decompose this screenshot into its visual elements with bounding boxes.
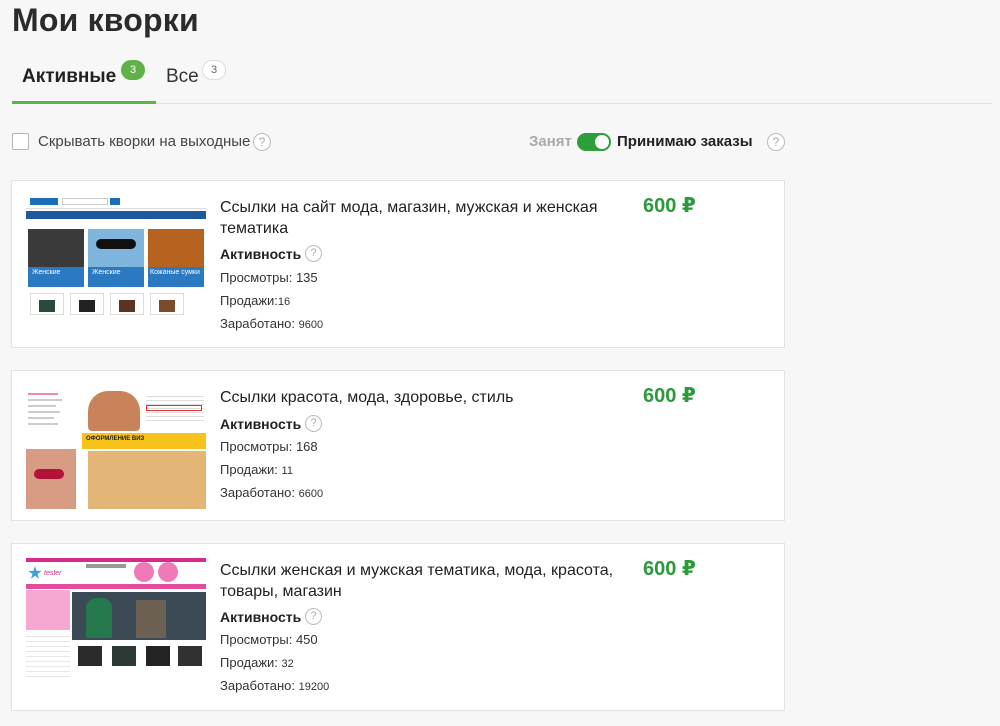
gig-thumbnail[interactable]: ОФОРМЛЕНИЕ ВИЗ (26, 389, 206, 509)
earned-value: 19200 (298, 681, 330, 693)
thumb-text: ОФОРМЛЕНИЕ ВИЗ (86, 436, 145, 442)
accepting-orders-toggle[interactable] (577, 133, 611, 151)
views-stat: Просмотры: 450 (220, 632, 318, 647)
gig-price: 600 ₽ (643, 558, 696, 580)
activity-label: Активность (220, 246, 302, 262)
views-label: Просмотры: (220, 270, 293, 285)
tab-active-count-badge: 3 (121, 60, 145, 80)
views-stat: Просмотры: 168 (220, 439, 318, 454)
earned-stat: Заработано: 19200 (220, 678, 329, 693)
views-value: 450 (295, 632, 318, 647)
gig-title[interactable]: Ссылки на сайт мода, магазин, мужская и … (220, 197, 630, 239)
accepting-orders-label: Принимаю заказы (617, 133, 753, 150)
thumb-text: Женские (92, 269, 121, 276)
earned-value: 9600 (298, 319, 324, 331)
gig-title[interactable]: Ссылки красота, мода, здоровье, стиль (220, 387, 630, 408)
page-title: Мои кворки (12, 2, 199, 38)
help-icon[interactable]: ? (305, 245, 322, 262)
gig-title[interactable]: Ссылки женская и мужская тематика, мода,… (220, 560, 630, 602)
earned-stat: Заработано: 6600 (220, 485, 323, 500)
toggle-knob (595, 135, 609, 149)
gig-thumbnail[interactable]: Женские Женские Кожаные сумки (26, 195, 206, 315)
controls-bar: Скрывать кворки на выходные ? Занят Прин… (12, 130, 788, 154)
thumb-text: Женские (32, 269, 61, 276)
sales-label: Продажи: (220, 462, 278, 477)
views-value: 135 (295, 270, 318, 285)
tab-all-count-badge: 3 (202, 60, 226, 80)
views-label: Просмотры: (220, 439, 293, 454)
hide-weekends-label[interactable]: Скрывать кворки на выходные (38, 133, 250, 150)
tabs: Активные 3 Все 3 (12, 58, 992, 104)
busy-label: Занят (529, 133, 572, 150)
gig-card: Женские Женские Кожаные сумки Ссылки на … (11, 180, 785, 348)
tab-active-label: Активные (22, 66, 117, 87)
activity-label: Активность (220, 416, 302, 432)
views-value: 168 (295, 439, 318, 454)
earned-stat: Заработано: 9600 (220, 316, 323, 331)
tab-all[interactable]: Все 3 (166, 58, 246, 104)
gig-price: 600 ₽ (643, 385, 696, 407)
thumb-text: tester (44, 570, 62, 577)
sales-label: Продажи: (220, 293, 278, 308)
help-icon[interactable]: ? (305, 608, 322, 625)
tab-all-label: Все (166, 66, 199, 87)
earned-value: 6600 (298, 488, 324, 500)
gig-card: ОФОРМЛЕНИЕ ВИЗ Ссылки красота, мода, здо… (11, 370, 785, 521)
earned-label: Заработано: (220, 316, 295, 331)
help-icon[interactable]: ? (767, 133, 785, 151)
sales-label: Продажи: (220, 655, 278, 670)
earned-label: Заработано: (220, 678, 295, 693)
gig-card: tester Ссылки женская и мужская тематика… (11, 543, 785, 711)
sales-stat: Продажи: 32 (220, 655, 294, 670)
views-label: Просмотры: (220, 632, 293, 647)
activity-label: Активность (220, 609, 302, 625)
tab-active[interactable]: Активные 3 (12, 58, 156, 104)
gig-price: 600 ₽ (643, 195, 696, 217)
thumb-text: Кожаные сумки (150, 269, 200, 276)
sales-value: 11 (281, 465, 293, 477)
help-icon[interactable]: ? (305, 415, 322, 432)
sales-value: 32 (281, 658, 294, 670)
help-icon[interactable]: ? (253, 133, 271, 151)
sales-stat: Продажи: 11 (220, 462, 293, 477)
sales-value: 16 (277, 296, 291, 308)
sales-stat: Продажи:16 (220, 293, 290, 308)
views-stat: Просмотры: 135 (220, 270, 318, 285)
gig-thumbnail[interactable]: tester (26, 558, 206, 678)
earned-label: Заработано: (220, 485, 295, 500)
hide-weekends-checkbox[interactable] (12, 133, 29, 150)
